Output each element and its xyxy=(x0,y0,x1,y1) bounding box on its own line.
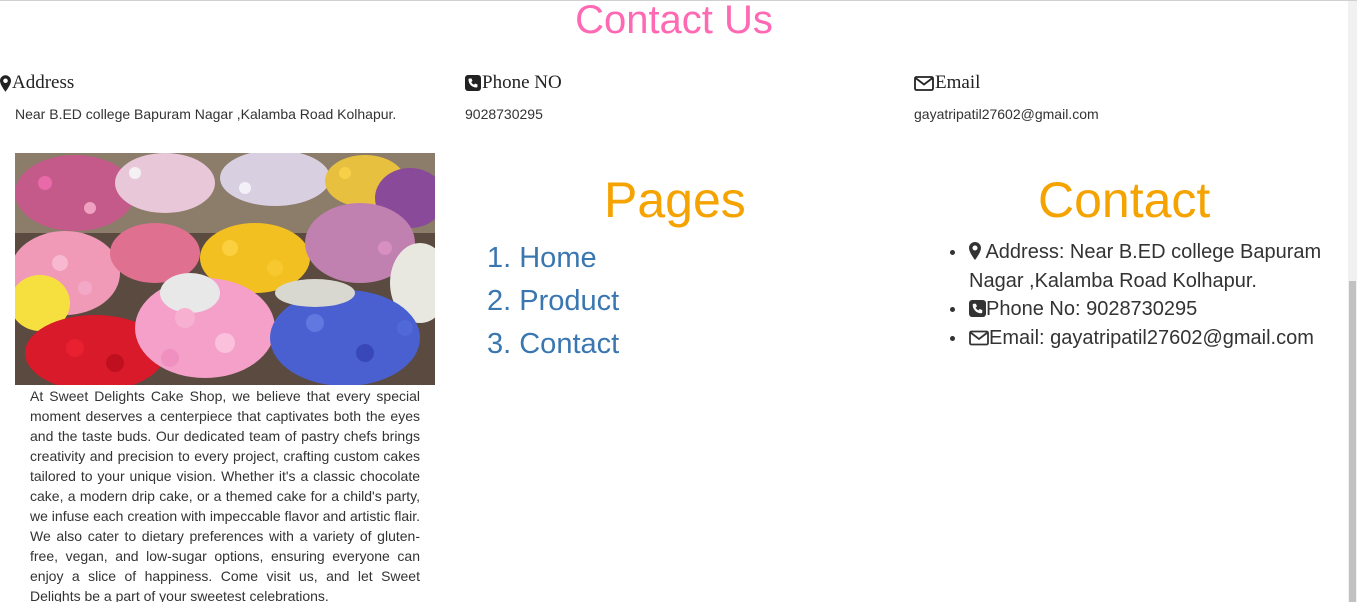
contact-page: Contact Us Address Near B.ED college Bap… xyxy=(0,0,1357,602)
email-section: Email gayatripatil27602@gmail.com xyxy=(914,71,1099,122)
phone-icon xyxy=(969,300,986,317)
envelope-icon xyxy=(969,330,989,345)
contact-phone-text: Phone No: 9028730295 xyxy=(986,298,1198,320)
email-value: gayatripatil27602@gmail.com xyxy=(914,106,1099,122)
page-link-contact[interactable]: 3. Contact xyxy=(487,323,619,366)
map-marker-icon xyxy=(0,74,11,92)
contact-phone-item: Phone No: 9028730295 xyxy=(948,295,1328,324)
contact-address-text: Address: Near B.ED college Bapuram Nagar… xyxy=(969,241,1322,292)
contact-email-text: Email: gayatripatil27602@gmail.com xyxy=(989,326,1314,349)
contact-address-item: Address: Near B.ED college Bapuram Nagar… xyxy=(948,238,1328,295)
envelope-icon xyxy=(914,75,934,91)
flower-shop-image xyxy=(15,153,435,385)
contact-list: Address: Near B.ED college Bapuram Nagar… xyxy=(948,238,1328,352)
about-paragraph: At Sweet Delights Cake Shop, we believe … xyxy=(30,388,420,602)
phone-value: 9028730295 xyxy=(465,106,543,122)
contact-email-item: Email: gayatripatil27602@gmail.com xyxy=(948,324,1328,353)
address-section: Address Near B.ED college Bapuram Nagar … xyxy=(0,71,396,122)
pages-heading: Pages xyxy=(604,172,746,228)
vertical-scrollbar[interactable] xyxy=(1348,1,1357,602)
phone-label: Phone NO xyxy=(482,72,562,93)
email-label: Email xyxy=(935,72,981,93)
phone-section: Phone NO 9028730295 xyxy=(465,71,562,122)
address-value: Near B.ED college Bapuram Nagar ,Kalamba… xyxy=(15,106,397,122)
map-marker-icon xyxy=(969,242,981,260)
scrollbar-thumb[interactable] xyxy=(1349,281,1356,602)
pages-list: 1. Home 2. Product 3. Contact xyxy=(487,237,619,366)
page-link-product[interactable]: 2. Product xyxy=(487,280,619,323)
page-link-home[interactable]: 1. Home xyxy=(487,237,619,280)
page-title: Contact Us xyxy=(575,0,773,42)
address-label: Address xyxy=(12,72,75,93)
phone-icon xyxy=(465,75,481,91)
contact-heading: Contact xyxy=(1038,172,1211,228)
